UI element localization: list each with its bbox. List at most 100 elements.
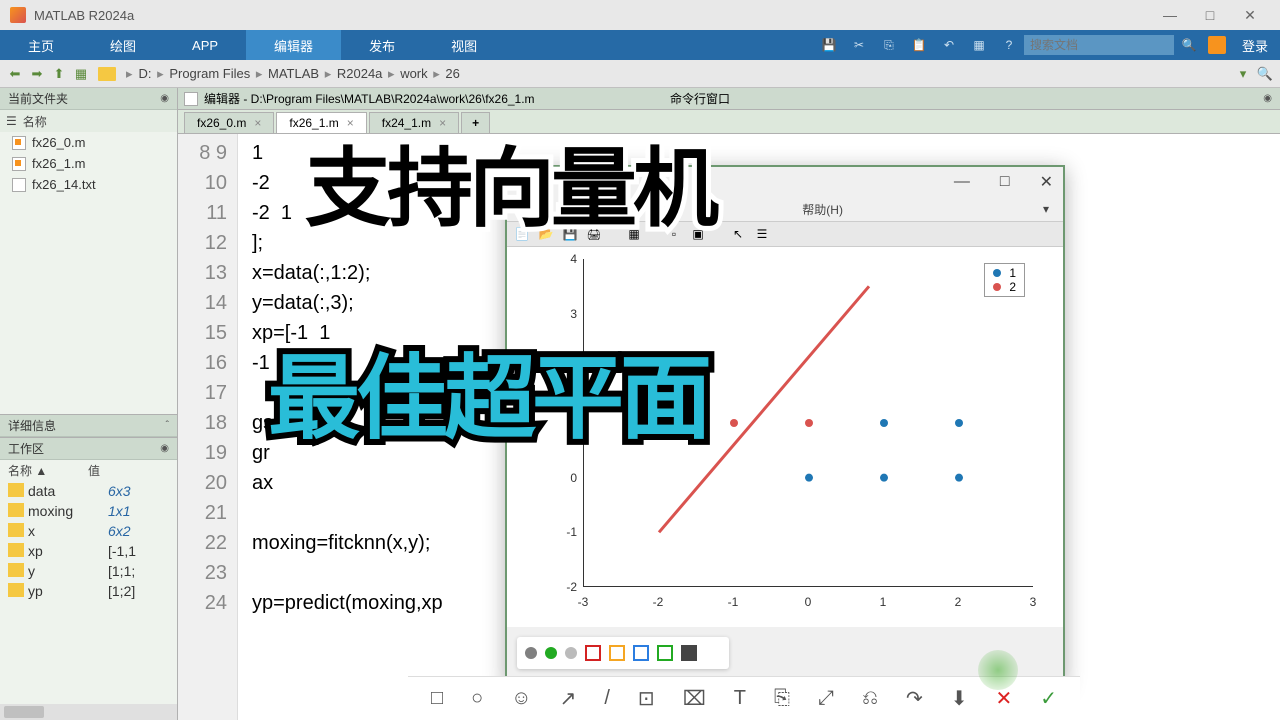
file-item[interactable]: fx26_14.txt: [0, 174, 177, 195]
var-icon: [8, 503, 24, 517]
editor-tab[interactable]: fx26_0.m×: [184, 112, 274, 133]
nav-browse-icon[interactable]: ▦: [72, 65, 90, 83]
figure-close[interactable]: ✕: [1040, 172, 1053, 192]
palette-swatch[interactable]: [525, 647, 537, 659]
app-title: MATLAB R2024a: [34, 8, 134, 23]
search-go-icon[interactable]: 🔍: [1178, 34, 1200, 56]
palette-swatch[interactable]: [681, 645, 697, 661]
cut-icon[interactable]: ✂: [848, 34, 870, 56]
paste-icon[interactable]: 📋: [908, 34, 930, 56]
command-window-header[interactable]: 命令行窗口◉: [662, 88, 1280, 110]
breadcrumb[interactable]: D: ▸ Program Files ▸ MATLAB ▸ R2024a ▸ w…: [139, 66, 460, 82]
titlebar: MATLAB R2024a — □ ✕: [0, 0, 1280, 30]
figure-help-menu[interactable]: 帮助(H): [802, 201, 843, 218]
menutab-5[interactable]: 视图: [423, 30, 505, 60]
anno-tool[interactable]: ○: [471, 687, 483, 710]
cursor-highlight: [978, 650, 1018, 690]
var-icon: [8, 563, 24, 577]
nav-up-icon[interactable]: ⬆: [50, 65, 68, 83]
fig-pointer-icon[interactable]: ↖: [729, 225, 747, 243]
search-input[interactable]: [1024, 35, 1174, 55]
ws-row[interactable]: xp[-1,1: [0, 541, 177, 561]
file-list-icon[interactable]: ☰: [6, 114, 17, 128]
var-icon: [8, 483, 24, 497]
palette-swatch[interactable]: [545, 647, 557, 659]
anno-tool[interactable]: /: [604, 687, 610, 710]
tab-close-icon[interactable]: ×: [254, 116, 261, 130]
var-icon: [8, 583, 24, 597]
palette-swatch[interactable]: [609, 645, 625, 661]
nav-fwd-icon[interactable]: ➡: [28, 65, 46, 83]
figure-minimize[interactable]: —: [954, 173, 970, 191]
user-icon[interactable]: [1208, 36, 1226, 54]
anno-tool[interactable]: ⎘: [774, 687, 790, 710]
details-header[interactable]: 详细信息ˆ: [0, 415, 177, 437]
anno-tool[interactable]: ✓: [1040, 686, 1057, 711]
folder-icon: [98, 67, 116, 81]
path-navbar: ⬅ ➡ ⬆ ▦ ▸ D: ▸ Program Files ▸ MATLAB ▸ …: [0, 60, 1280, 88]
palette-swatch[interactable]: [565, 647, 577, 659]
var-icon: [8, 543, 24, 557]
file-item[interactable]: fx26_1.m: [0, 153, 177, 174]
undo-icon[interactable]: ↶: [938, 34, 960, 56]
anno-tool[interactable]: ☺: [511, 687, 531, 710]
path-dropdown-icon[interactable]: ▾: [1234, 65, 1252, 83]
login-link[interactable]: 登录: [1242, 36, 1268, 55]
anno-tool[interactable]: T: [734, 687, 746, 710]
file-list: fx26_0.mfx26_1.mfx26_14.txt: [0, 132, 177, 414]
anno-tool[interactable]: ⌧: [683, 686, 706, 711]
ws-col-value[interactable]: 值: [88, 462, 100, 479]
palette-swatch[interactable]: [657, 645, 673, 661]
anno-tool[interactable]: ⬇: [951, 686, 968, 711]
ws-row[interactable]: yp[1;2]: [0, 581, 177, 601]
menutab-2[interactable]: APP: [164, 30, 246, 60]
ws-col-name[interactable]: 名称 ▲: [8, 462, 88, 479]
anno-tool[interactable]: ↗: [560, 686, 577, 711]
window-close[interactable]: ✕: [1230, 0, 1270, 30]
palette-swatch[interactable]: [585, 645, 601, 661]
file-item[interactable]: fx26_0.m: [0, 132, 177, 153]
anno-tool[interactable]: ↷: [906, 686, 923, 711]
layout-icon[interactable]: ▦: [968, 34, 990, 56]
workspace-header[interactable]: 工作区◉: [0, 438, 177, 460]
anno-tool[interactable]: □: [431, 687, 443, 710]
window-minimize[interactable]: —: [1150, 0, 1190, 30]
anno-tool[interactable]: ⎌: [862, 687, 878, 710]
ws-row[interactable]: x6x2: [0, 521, 177, 541]
copy-icon[interactable]: ⎘: [878, 34, 900, 56]
gutter: 8 9 10 11 12 13 14 15 16 17 18 19 20 21 …: [178, 134, 238, 720]
annotation-toolbar: □○☺↗/⊡⌧T⎘⤢⎌↷⬇✕✓: [408, 676, 1080, 720]
var-icon: [8, 523, 24, 537]
script-icon: [184, 92, 198, 106]
palette-swatch[interactable]: [633, 645, 649, 661]
save-icon[interactable]: 💾: [818, 34, 840, 56]
nav-back-icon[interactable]: ⬅: [6, 65, 24, 83]
current-folder-header[interactable]: 当前文件夹◉: [0, 88, 177, 110]
palette-swatch[interactable]: [705, 645, 721, 661]
menutab-0[interactable]: 主页: [0, 30, 82, 60]
menubar: 主页绘图APP编辑器发布视图 💾 ✂ ⎘ 📋 ↶ ▦ ? 🔍 登录: [0, 30, 1280, 60]
ws-row[interactable]: data6x3: [0, 481, 177, 501]
color-palette[interactable]: [517, 637, 729, 669]
file-icon: [12, 157, 26, 171]
file-icon: [12, 178, 26, 192]
legend[interactable]: 1 2: [984, 263, 1025, 297]
anno-tool[interactable]: ⤢: [818, 687, 834, 710]
menutab-3[interactable]: 编辑器: [246, 30, 341, 60]
sidebar: 当前文件夹◉ ☰ 名称 fx26_0.mfx26_1.mfx26_14.txt …: [0, 88, 178, 720]
file-icon: [12, 136, 26, 150]
menutab-4[interactable]: 发布: [341, 30, 423, 60]
fig-list-icon[interactable]: ☰: [753, 225, 771, 243]
figure-maximize[interactable]: □: [1000, 173, 1010, 191]
path-search-icon[interactable]: 🔍: [1256, 65, 1274, 83]
ws-row[interactable]: moxing1x1: [0, 501, 177, 521]
overlay-title-2: 最佳超平面: [268, 324, 708, 457]
help-icon[interactable]: ?: [998, 34, 1020, 56]
scrollbar-horizontal[interactable]: [0, 704, 177, 720]
ws-row[interactable]: y[1;1;: [0, 561, 177, 581]
menutab-1[interactable]: 绘图: [82, 30, 164, 60]
anno-tool[interactable]: ⊡: [638, 686, 655, 711]
name-col[interactable]: 名称: [23, 113, 47, 130]
window-maximize[interactable]: □: [1190, 0, 1230, 30]
matlab-icon: [10, 7, 26, 23]
